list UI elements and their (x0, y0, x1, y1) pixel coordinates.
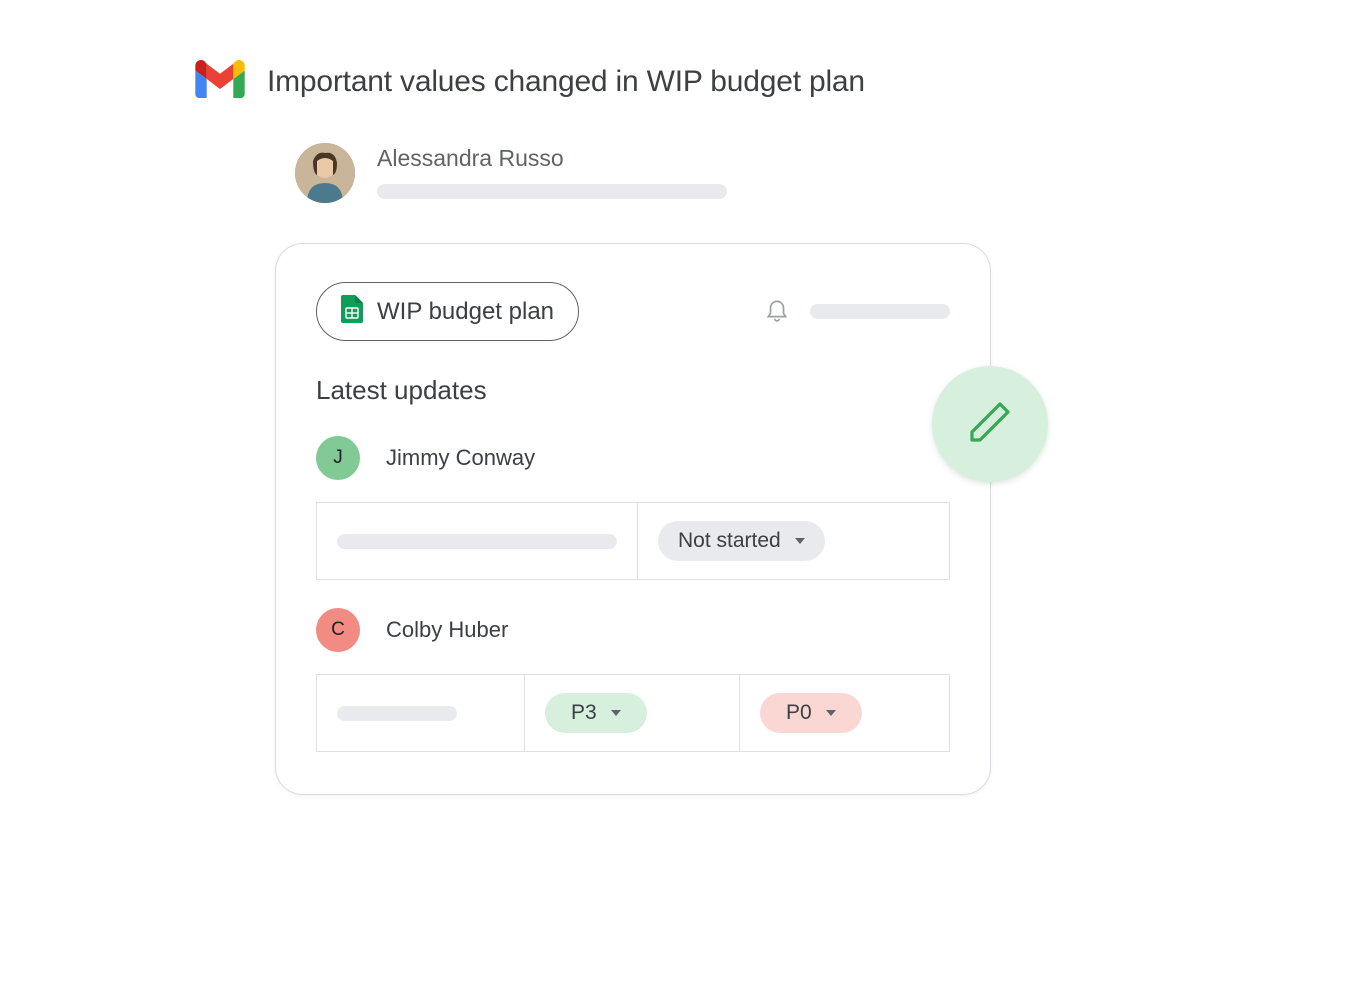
priority-label: P3 (571, 701, 597, 725)
status-pill[interactable]: Not started (658, 521, 825, 561)
updates-card: WIP budget plan Latest updates J Jimmy C… (275, 243, 991, 795)
sender-avatar (295, 143, 355, 203)
sender-name: Alessandra Russo (377, 145, 727, 172)
status-label: Not started (678, 529, 781, 553)
priority-label: P0 (786, 701, 812, 725)
placeholder-text (337, 706, 457, 721)
update-item: J Jimmy Conway Not started (316, 436, 950, 580)
chevron-down-icon (826, 710, 836, 716)
chevron-down-icon (795, 538, 805, 544)
person-name: Colby Huber (386, 617, 508, 643)
gmail-icon (195, 60, 245, 103)
placeholder-text (810, 304, 950, 319)
person-avatar: C (316, 608, 360, 652)
priority-pill[interactable]: P3 (545, 693, 647, 733)
edit-fab[interactable] (932, 366, 1048, 482)
email-subject: Important values changed in WIP budget p… (267, 65, 865, 99)
sheets-icon (341, 295, 363, 328)
table-row: Not started (316, 502, 950, 580)
section-title: Latest updates (316, 375, 950, 406)
bell-icon[interactable] (764, 296, 790, 327)
file-chip[interactable]: WIP budget plan (316, 282, 579, 341)
placeholder-text (337, 534, 617, 549)
pencil-icon (966, 398, 1014, 451)
update-item: C Colby Huber P3 P0 (316, 608, 950, 752)
chevron-down-icon (611, 710, 621, 716)
priority-pill[interactable]: P0 (760, 693, 862, 733)
person-avatar: J (316, 436, 360, 480)
placeholder-text (377, 184, 727, 199)
table-row: P3 P0 (316, 674, 950, 752)
file-name: WIP budget plan (377, 298, 554, 326)
person-name: Jimmy Conway (386, 445, 535, 471)
